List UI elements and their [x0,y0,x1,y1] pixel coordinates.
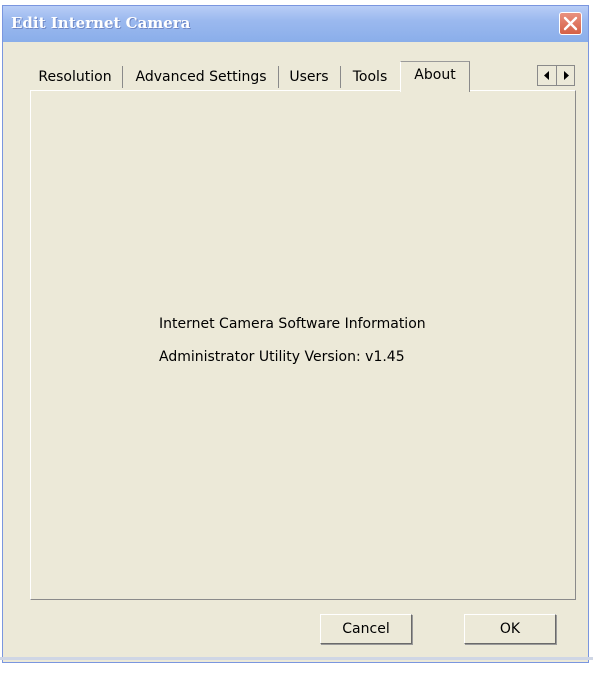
tab-about[interactable]: About [400,61,470,92]
tab-divider [278,66,279,88]
tab-label: Tools [352,69,388,85]
window-title: Edit Internet Camera [11,14,191,32]
ok-button[interactable]: OK [464,614,556,644]
arrow-right-icon [564,71,569,80]
tab-scroll-left-button[interactable] [538,66,556,85]
tab-scroll-right-button[interactable] [557,66,575,85]
about-panel: Internet Camera Software Information Adm… [30,90,576,600]
software-info-heading: Internet Camera Software Information [159,316,426,332]
tab-label: About [414,67,456,83]
tab-users[interactable]: Users [280,64,338,90]
tab-advanced-settings[interactable]: Advanced Settings [125,64,277,90]
close-icon [563,16,578,31]
tab-divider [340,66,341,88]
tab-tools[interactable]: Tools [342,64,398,90]
tab-scroll-arrows [537,65,575,86]
close-button[interactable] [559,12,582,35]
cancel-button[interactable]: Cancel [320,614,412,644]
utility-version-text: Administrator Utility Version: v1.45 [159,349,405,365]
tab-resolution[interactable]: Resolution [30,64,120,90]
arrow-left-icon [544,71,549,80]
title-bar[interactable]: Edit Internet Camera [3,6,588,42]
tab-divider [122,66,123,88]
tab-label: Resolution [38,69,112,85]
window-bottom-edge [0,657,593,660]
tab-label: Advanced Settings [135,69,267,85]
tab-label: Users [289,69,329,85]
